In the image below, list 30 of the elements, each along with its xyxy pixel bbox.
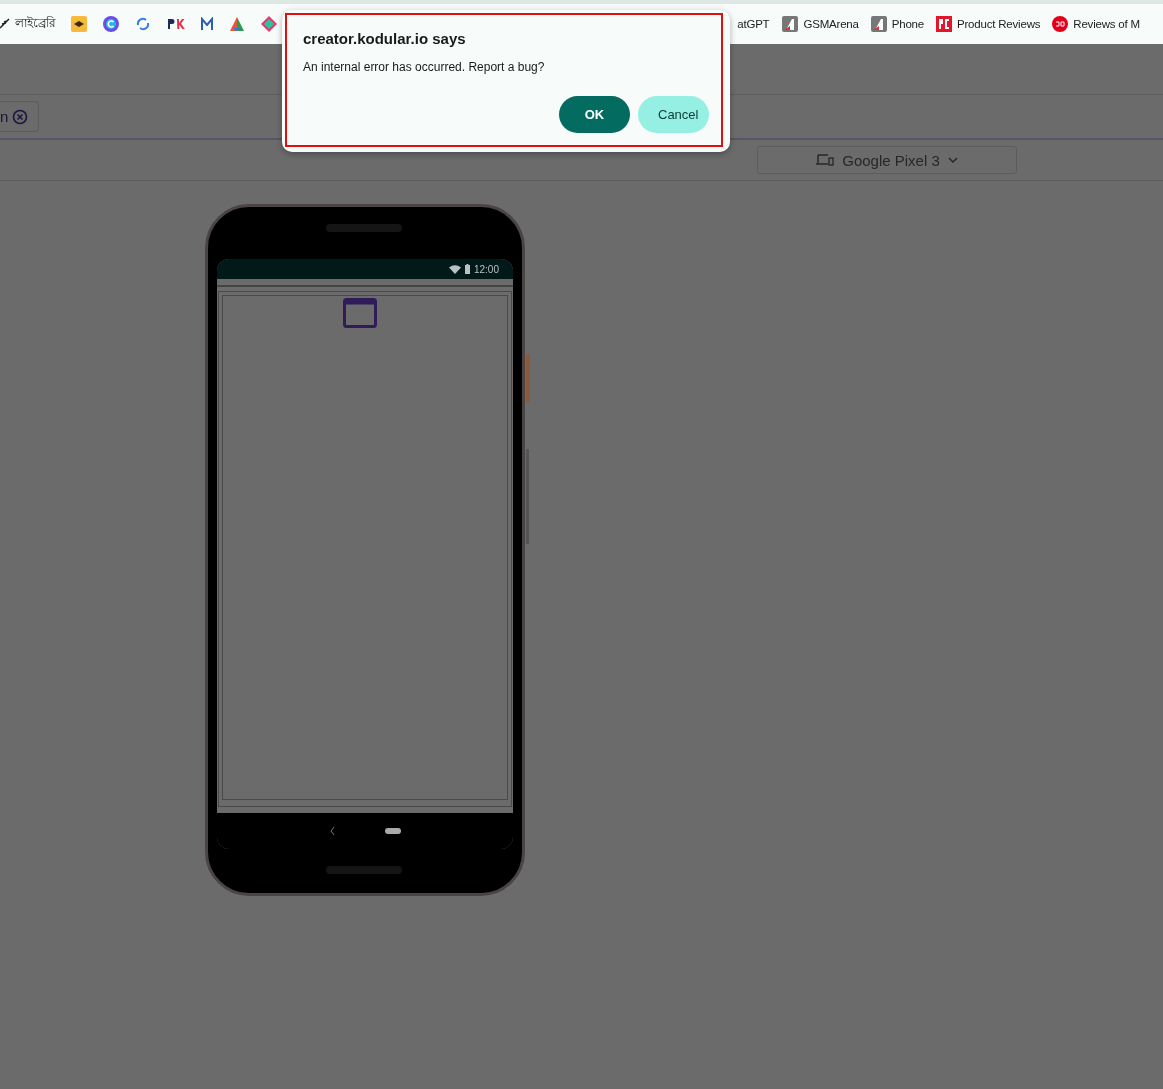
circle-logo-icon[interactable] xyxy=(1052,16,1069,32)
window-icon xyxy=(343,298,377,328)
bookmark-link[interactable]: Phone xyxy=(891,18,924,30)
bookmark-link[interactable]: atGPT xyxy=(737,18,770,30)
dialog-title: creator.kodular.io says xyxy=(303,30,467,47)
sync-icon[interactable] xyxy=(135,16,152,32)
bookmark-link[interactable]: লাইব্রেরি xyxy=(15,14,57,34)
pc-logo-icon[interactable] xyxy=(936,16,952,32)
c-circle-icon[interactable] xyxy=(103,16,120,32)
battery-icon xyxy=(464,264,470,274)
chevron-down-icon xyxy=(947,157,958,163)
gsm-logo-icon[interactable] xyxy=(870,16,887,32)
bookmark-link[interactable]: Product Reviews xyxy=(957,18,1041,30)
diamond-logo-icon[interactable] xyxy=(261,16,278,32)
triangle-logo-icon[interactable] xyxy=(229,16,246,32)
bookmark-link[interactable]: GSMArena xyxy=(803,18,859,30)
wifi-icon xyxy=(448,264,461,274)
home-pill-icon[interactable] xyxy=(384,828,401,834)
cancel-button[interactable]: Cancel xyxy=(638,96,709,133)
gsm-logo-icon[interactable] xyxy=(782,16,799,32)
m-logo-icon[interactable] xyxy=(201,17,214,31)
bookmark-link[interactable]: Reviews of M xyxy=(1073,18,1140,30)
close-icon[interactable] xyxy=(12,108,29,125)
status-time: 12:00 xyxy=(473,263,499,275)
stack-icon[interactable] xyxy=(71,16,88,32)
dialog-message: An internal error has occurred. Report a bug? xyxy=(303,60,546,74)
ok-button[interactable]: OK xyxy=(559,96,630,133)
pk-logo-icon[interactable] xyxy=(167,18,186,30)
back-icon[interactable] xyxy=(329,827,335,835)
devices-icon xyxy=(816,154,835,166)
